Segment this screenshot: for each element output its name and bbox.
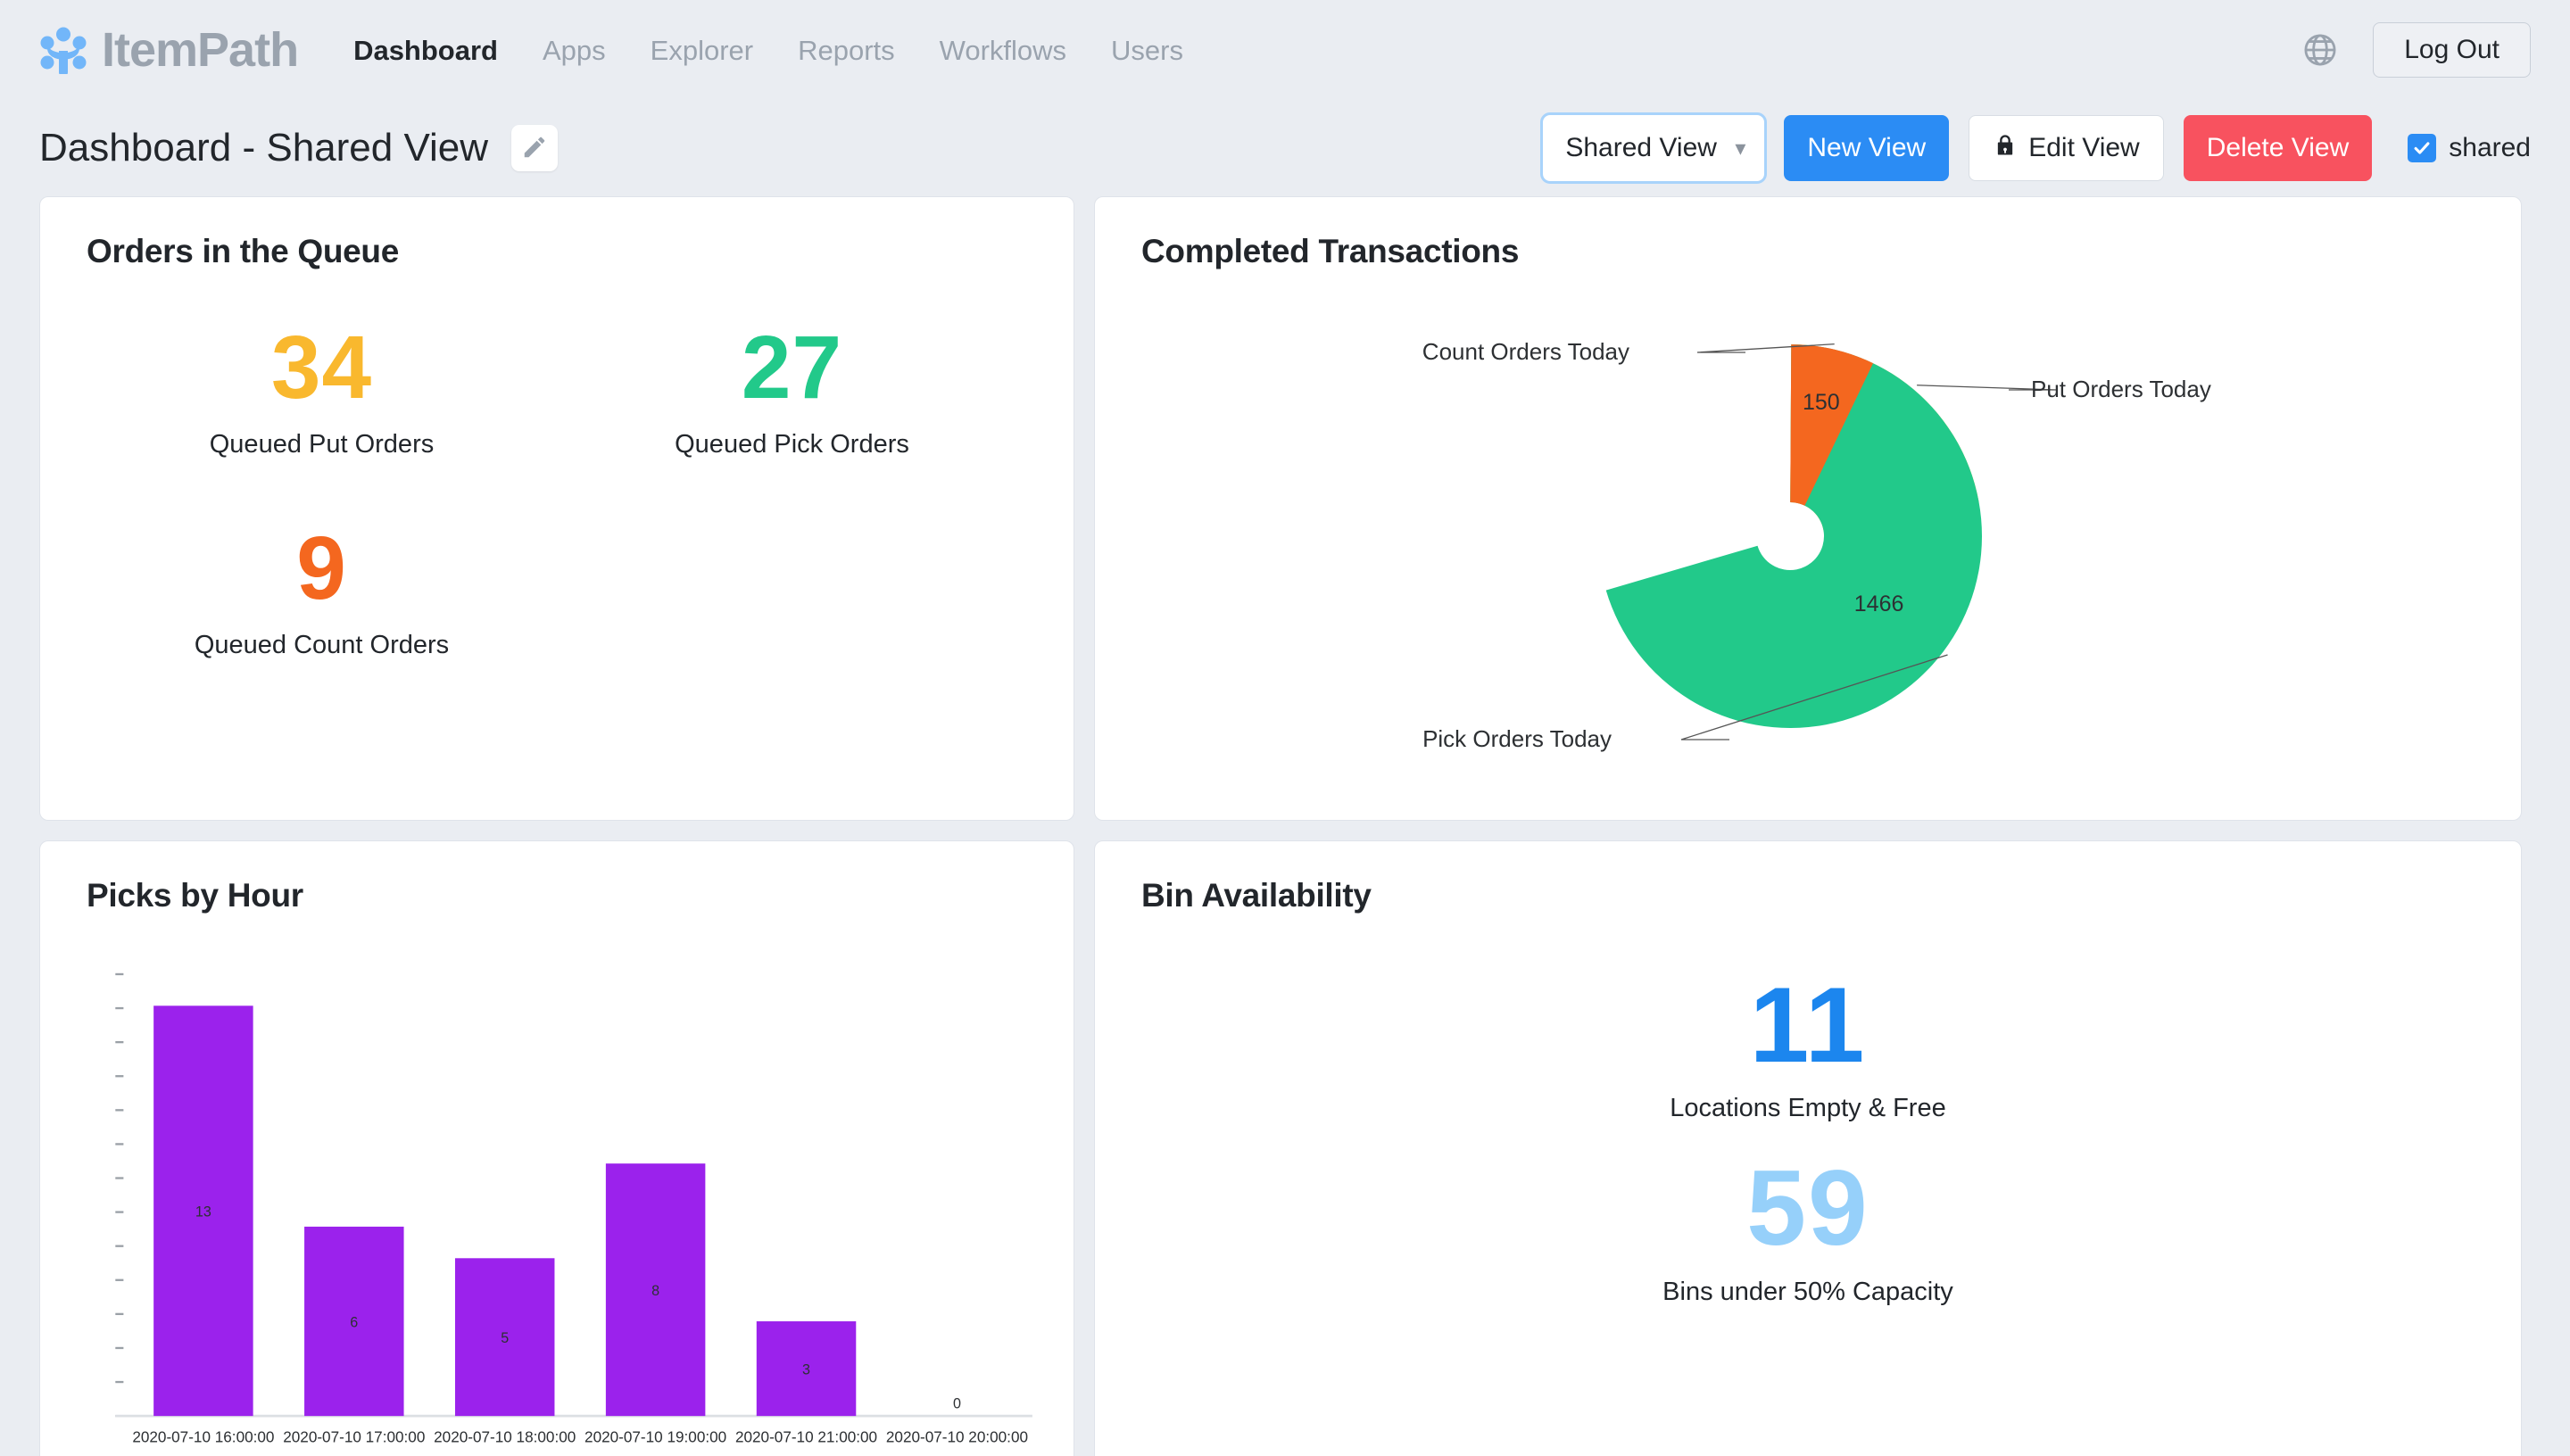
card-completed-transactions: Completed Transactions 4621466150Count O… [1094, 196, 2522, 821]
edit-title-button[interactable] [511, 125, 559, 171]
nav-item-users[interactable]: Users [1111, 37, 1183, 64]
stat-value-queued-put-orders: 34 [270, 318, 373, 418]
stat-bins-under-capacity: 59 Bins under 50% Capacity [1141, 1154, 2475, 1304]
bar-value-label: 5 [501, 1330, 509, 1346]
card-orders-in-the-queue: Orders in the Queue 34 Queued Put Orders… [39, 196, 1074, 821]
dashboard-grid: Orders in the Queue 34 Queued Put Orders… [0, 196, 2570, 1456]
page-toolbar: Dashboard - Shared View Shared View ▾ Ne… [0, 100, 2570, 196]
bar-value-label: 6 [350, 1314, 358, 1330]
bar-value-label: 3 [802, 1361, 810, 1377]
nav-item-explorer[interactable]: Explorer [651, 37, 753, 64]
new-view-button[interactable]: New View [1784, 115, 1950, 181]
card-title-orders-queue: Orders in the Queue [87, 233, 399, 269]
shared-checkbox[interactable]: shared [2408, 134, 2531, 162]
bar-value-label: 8 [651, 1283, 659, 1299]
bin-availability-stats: 11 Locations Empty & Free 59 Bins under … [1141, 971, 2475, 1305]
nav-item-apps[interactable]: Apps [543, 37, 606, 64]
stat-label-queued-pick-orders: Queued Pick Orders [675, 430, 909, 459]
x-axis-category-label: 2020-07-10 20:00:00 [886, 1427, 1028, 1445]
completed-transactions-donut-chart[interactable]: 4621466150Count Orders TodayPut Orders T… [1130, 294, 2486, 793]
card-title-completed-transactions: Completed Transactions [1141, 233, 1520, 269]
delete-view-button[interactable]: Delete View [2183, 115, 2373, 181]
shared-checkbox-label: shared [2449, 133, 2531, 162]
nav-right-group: Log Out [2301, 22, 2531, 78]
card-bin-availability: Bin Availability 11 Locations Empty & Fr… [1094, 840, 2522, 1456]
stat-queued-put-orders: 34 Queued Put Orders [87, 323, 557, 458]
view-select-dropdown[interactable]: Shared View ▾ [1540, 112, 1768, 184]
stat-value-queued-pick-orders: 27 [741, 318, 843, 418]
x-axis-category-label: 2020-07-10 17:00:00 [283, 1427, 425, 1445]
page-title: Dashboard - Shared View [39, 126, 489, 170]
primary-nav-links: Dashboard Apps Explorer Reports Workflow… [353, 37, 1183, 64]
x-axis-category-label: 2020-07-10 21:00:00 [735, 1427, 877, 1445]
donut-slice-value-label: 1466 [1854, 592, 1904, 616]
stat-label-bins-under-capacity: Bins under 50% Capacity [1662, 1277, 1953, 1306]
card-picks-by-hour: Picks by Hour 13 2020-07-10 16:00:00 6 2020… [39, 840, 1074, 1456]
stat-queued-count-orders: 9 Queued Count Orders [87, 524, 557, 658]
donut-category-label: Count Orders Today [1422, 338, 1629, 365]
x-axis-category-label: 2020-07-10 16:00:00 [132, 1427, 274, 1445]
stat-value-locations-empty-free: 11 [1749, 965, 1867, 1085]
stat-label-locations-empty-free: Locations Empty & Free [1670, 1094, 1946, 1123]
edit-view-button[interactable]: Edit View [1969, 115, 2164, 181]
stat-label-queued-put-orders: Queued Put Orders [209, 430, 435, 459]
itempath-logo-icon [39, 26, 87, 77]
stat-locations-empty-free: 11 Locations Empty & Free [1141, 971, 2475, 1121]
brand-logo[interactable]: ItemPath [39, 23, 299, 77]
nav-item-reports[interactable]: Reports [798, 37, 895, 64]
globe-icon[interactable] [2301, 31, 2339, 69]
orders-queue-stats: 34 Queued Put Orders 27 Queued Pick Orde… [87, 323, 1027, 658]
donut-category-label: Put Orders Today [2031, 376, 2211, 402]
brand-name: ItemPath [102, 23, 299, 77]
donut-chart-container: 4621466150Count Orders TodayPut Orders T… [1095, 294, 2521, 820]
edit-view-label: Edit View [2028, 133, 2140, 162]
card-title-bin-availability: Bin Availability [1141, 877, 1372, 914]
card-title-picks-by-hour: Picks by Hour [87, 877, 303, 914]
view-select-value: Shared View [1565, 133, 1717, 162]
nav-item-dashboard[interactable]: Dashboard [353, 37, 498, 64]
stat-value-queued-count-orders: 9 [296, 518, 347, 618]
donut-slice-value-label: 150 [1803, 390, 1840, 415]
bar-value-label: 13 [195, 1204, 211, 1220]
bar-value-label: 0 [953, 1395, 961, 1411]
donut-category-label: Pick Orders Today [1422, 725, 1612, 752]
nav-item-workflows[interactable]: Workflows [940, 37, 1066, 64]
logout-button[interactable]: Log Out [2373, 22, 2531, 78]
chevron-down-icon: ▾ [1735, 136, 1746, 161]
stat-queued-pick-orders: 27 Queued Pick Orders [557, 323, 1027, 458]
stat-value-bins-under-capacity: 59 [1746, 1148, 1869, 1269]
view-controls: Shared View ▾ New View Edit View Delete … [1540, 112, 2531, 184]
pencil-icon [521, 134, 548, 163]
stat-label-queued-count-orders: Queued Count Orders [194, 631, 450, 659]
lock-icon [1993, 133, 2018, 163]
top-navigation-bar: ItemPath Dashboard Apps Explorer Reports… [0, 0, 2570, 100]
x-axis-category-label: 2020-07-10 18:00:00 [434, 1427, 576, 1445]
checkbox-checked-icon [2408, 134, 2437, 162]
picks-by-hour-bar-chart[interactable]: 13 2020-07-10 16:00:00 6 2020-07-10 17:00:0… [87, 957, 1041, 1456]
x-axis-category-label: 2020-07-10 19:00:00 [584, 1427, 726, 1445]
bar-chart-container: 13 2020-07-10 16:00:00 6 2020-07-10 17:00:0… [87, 957, 1041, 1456]
